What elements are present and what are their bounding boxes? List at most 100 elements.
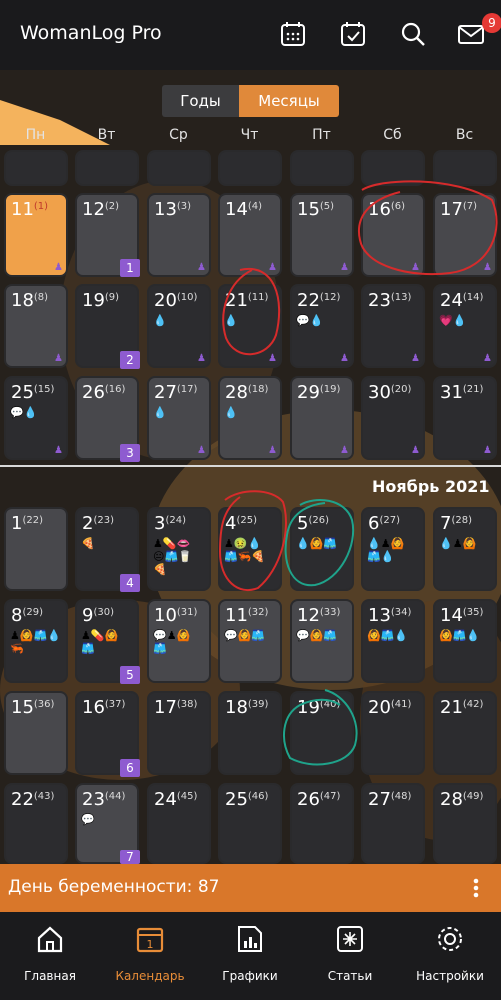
calendar-day-cell[interactable]: 27(17) 💧 ♟ — [147, 376, 211, 460]
day-number: 27 — [368, 789, 391, 810]
drop-icon: 💧 — [224, 406, 238, 419]
day-number: 30 — [368, 382, 391, 403]
articles-icon — [337, 926, 363, 952]
day-number: 29 — [297, 382, 320, 403]
pregnancy-icon: ♟ — [340, 445, 349, 456]
week-number: 4 — [120, 574, 140, 592]
calendar-day-cell[interactable]: 6(27) 💧♟🙆 🩳💧 — [361, 507, 425, 591]
search-icon[interactable] — [396, 17, 430, 51]
calendar-day-cell[interactable]: 21(11) 💧 ♟ — [218, 284, 282, 368]
calendar-day-cell[interactable]: 15(36) — [4, 691, 68, 775]
pregnancy-icon: ♟ — [483, 262, 492, 273]
calendar-day-cell[interactable]: 3(24) ♟💊👄 😐🩳🥛 🍕 — [147, 507, 211, 591]
calendar-day-cell[interactable]: 25(46) — [218, 783, 282, 864]
day-number: 24 — [440, 290, 463, 311]
pregnancy-day-count: (40) — [319, 699, 341, 710]
calendar-day-cell[interactable]: 24(14) 💗💧 ♟ — [433, 284, 497, 368]
pregnancy-icon: ♟ — [54, 353, 63, 364]
note-icon: 💬💧 — [10, 406, 38, 419]
calendar-day-cell[interactable]: 20(41) — [361, 691, 425, 775]
calendar-day-cell[interactable]: 14(35) 🙆🩳💧 — [433, 599, 497, 683]
calendar-day-cell[interactable]: 14(4) ♟ — [218, 193, 282, 277]
calendar-day-cell[interactable] — [75, 150, 139, 186]
day-number: 18 — [11, 290, 34, 311]
calendar-grid-icon[interactable] — [276, 17, 310, 51]
calendar-day-cell[interactable]: 31(21) ♟ — [433, 376, 497, 460]
nav-settings[interactable]: Настройки — [400, 912, 500, 1000]
calendar-day-cell[interactable]: 17(38) — [147, 691, 211, 775]
symptom-icons: 🙆🩳💧 — [367, 629, 409, 642]
calendar-day-cell[interactable]: 18(39) — [218, 691, 282, 775]
weekday-label: Ср — [169, 127, 188, 143]
calendar-day-cell[interactable] — [147, 150, 211, 186]
calendar-icon-day: 1 — [147, 938, 154, 951]
calendar-day-cell[interactable]: 22(12) 💬💧 ♟ — [290, 284, 354, 368]
pregnancy-day-count: (9) — [104, 292, 120, 303]
pregnancy-day-count: (12) — [319, 292, 341, 303]
calendar-day-cell[interactable]: 28(18) 💧 ♟ — [218, 376, 282, 460]
day-number: 12 — [82, 199, 105, 220]
calendar-day-cell[interactable]: 27(48) — [361, 783, 425, 864]
nav-home[interactable]: Главная — [0, 912, 100, 1000]
calendar-day-cell[interactable]: 18(8) ♟ — [4, 284, 68, 368]
calendar-day-cell[interactable]: 29(19) ♟ — [290, 376, 354, 460]
calendar-day-cell[interactable]: 17(7) ♟ — [433, 193, 497, 277]
calendar-day-cell[interactable] — [4, 150, 68, 186]
pregnancy-day-count: (16) — [104, 384, 126, 395]
calendar-day-cell[interactable]: 24(45) — [147, 783, 211, 864]
day-number: 19 — [82, 290, 105, 311]
calendar-day-cell[interactable] — [361, 150, 425, 186]
day-number: 14 — [225, 199, 248, 220]
calendar-day-cell[interactable]: 12(33) 💬🙆🩳 — [290, 599, 354, 683]
pregnancy-day-bar[interactable]: День беременности: 87 — [0, 864, 501, 912]
calendar-day-cell[interactable]: 26(47) — [290, 783, 354, 864]
day-number: 13 — [368, 605, 391, 626]
calendar-day-cell[interactable]: 13(3) ♟ — [147, 193, 211, 277]
day-number: 20 — [368, 697, 391, 718]
calendar-day-cell[interactable]: 13(34) 🙆🩳💧 — [361, 599, 425, 683]
calendar-day-cell[interactable] — [290, 150, 354, 186]
nav-charts[interactable]: Графики — [200, 912, 300, 1000]
day-number: 9 — [82, 605, 94, 626]
chart-icon — [238, 926, 262, 952]
calendar-day-cell[interactable]: 30(20) ♟ — [361, 376, 425, 460]
symptom-icons: ♟💊🙆 🩳 — [81, 629, 119, 655]
calendar-day-cell[interactable]: 7(28) 💧♟🙆 — [433, 507, 497, 591]
calendar-day-cell[interactable]: 28(49) — [433, 783, 497, 864]
nav-articles[interactable]: Статьи — [300, 912, 400, 1000]
day-number: 13 — [154, 199, 177, 220]
day-number: 15 — [11, 697, 34, 718]
day-number: 15 — [297, 199, 320, 220]
nav-calendar[interactable]: 1 Календарь — [100, 912, 200, 1000]
calendar-day-cell[interactable]: 15(5) ♟ — [290, 193, 354, 277]
calendar-day-cell[interactable]: 20(10) 💧 ♟ — [147, 284, 211, 368]
calendar-day-cell[interactable]: 1(22) — [4, 507, 68, 591]
calendar-day-cell[interactable]: 19(40) — [290, 691, 354, 775]
calendar-day-cell-today[interactable]: 11(1) ♟ — [4, 193, 68, 277]
calendar-day-cell[interactable] — [218, 150, 282, 186]
day-number: 17 — [154, 697, 177, 718]
pregnancy-icon: ♟ — [483, 353, 492, 364]
calendar-day-cell[interactable]: 21(42) — [433, 691, 497, 775]
pregnancy-day-count: (7) — [462, 201, 478, 212]
months-tab[interactable]: Месяцы — [239, 85, 339, 117]
calendar-day-cell[interactable]: 10(31) 💬♟🙆 🩳 — [147, 599, 211, 683]
calendar-day-cell[interactable]: 23(13) ♟ — [361, 284, 425, 368]
calendar-check-icon[interactable] — [336, 17, 370, 51]
calendar-day-cell[interactable] — [433, 150, 497, 186]
week-number: 7 — [120, 850, 140, 864]
pregnancy-day-count: (30) — [93, 607, 114, 618]
more-options-icon[interactable] — [473, 878, 479, 902]
calendar-day-cell[interactable]: 5(26) 💧🙆🩳 — [290, 507, 354, 591]
day-number: 6 — [368, 513, 380, 534]
calendar-day-cell[interactable]: 16(6) ♟ — [361, 193, 425, 277]
calendar-day-cell[interactable]: 4(25) ♟🤢💧 🩳🦐🍕 — [218, 507, 282, 591]
symptom-icons: 🙆🩳💧 — [439, 629, 481, 642]
calendar-day-cell[interactable]: 22(43) — [4, 783, 68, 864]
pregnancy-icon: ♟ — [54, 262, 63, 273]
calendar-day-cell[interactable]: 8(29) ♟🙆🩳💧 🦐 — [4, 599, 68, 683]
years-tab[interactable]: Годы — [162, 85, 239, 117]
calendar-day-cell[interactable]: 11(32) 💬🙆🩳 — [218, 599, 282, 683]
pregnancy-day-count: (22) — [22, 515, 43, 526]
calendar-day-cell[interactable]: 25(15) 💬💧 ♟ — [4, 376, 68, 460]
